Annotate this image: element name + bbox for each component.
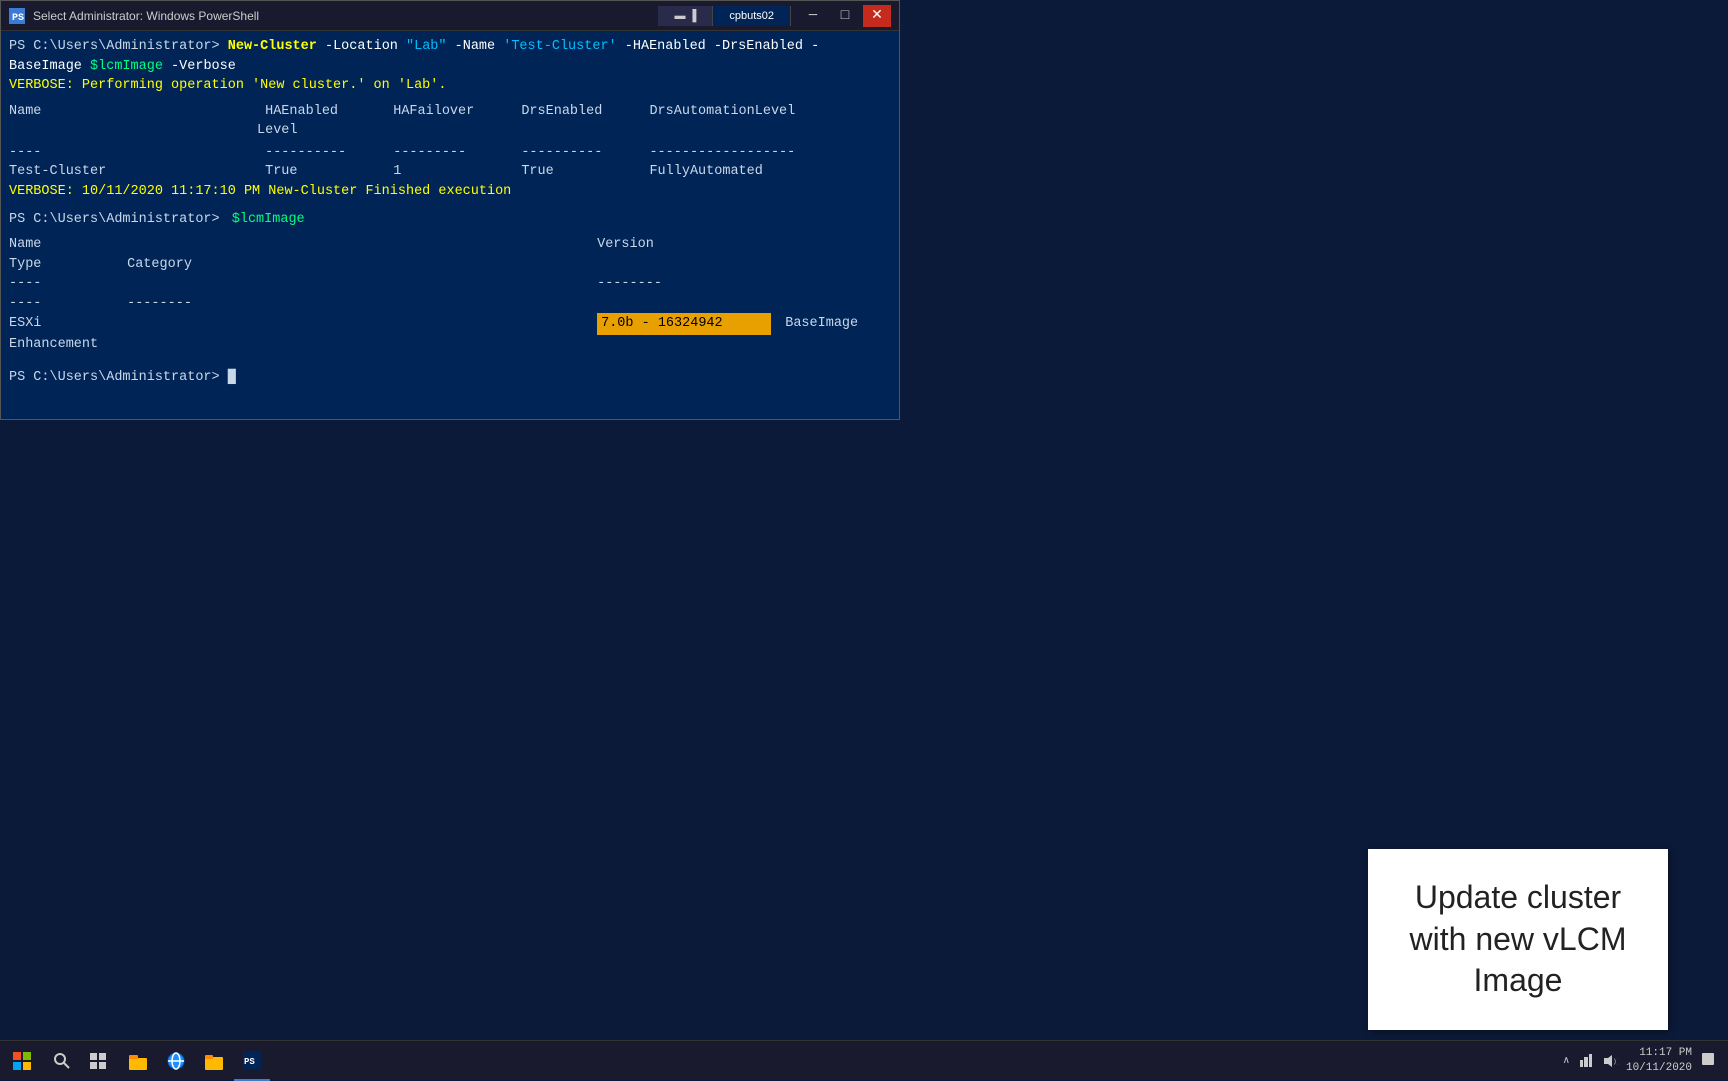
var-lcmimage: $lcmImage	[90, 59, 163, 74]
annotation-box: Update cluster with new vLCM Image	[1368, 849, 1668, 1030]
annotation-text: Update cluster with new vLCM Image	[1410, 879, 1627, 998]
table2-sep-row: ---- -------- ---- --------	[9, 274, 891, 313]
var-lcmimage-2: $lcmImage	[232, 212, 305, 227]
window-title: Select Administrator: Windows PowerShell	[33, 9, 650, 23]
verbose-text-2: VERBOSE: 10/11/2020 11:17:10 PM New-Clus…	[9, 184, 511, 199]
param-location: -Location	[325, 39, 406, 54]
date-display: 10/11/2020	[1626, 1061, 1692, 1075]
tab-2[interactable]: cpbuts02	[713, 6, 791, 26]
svg-text:PS: PS	[12, 13, 24, 23]
verbose-line-2: VERBOSE: 10/11/2020 11:17:10 PM New-Clus…	[9, 182, 891, 202]
taskbar-icons: PS	[120, 1041, 270, 1081]
table1-data-row: Test-Cluster True 1 True FullyAutomated	[9, 162, 891, 182]
tab-1[interactable]: ▬ ▐	[658, 6, 713, 26]
system-tray: ∧ ))))	[1563, 1053, 1618, 1069]
tab-1-label: ▬ ▐	[674, 10, 696, 22]
window-controls: ─ □ ✕	[799, 5, 891, 27]
verbose-param: -Verbose	[171, 59, 236, 74]
volume-icon: ))))	[1602, 1053, 1618, 1069]
taskbar-ie-icon[interactable]	[158, 1041, 194, 1081]
taskbar-explorer-icon[interactable]	[120, 1041, 156, 1081]
version-highlight: 7.0b - 16324942	[597, 313, 771, 335]
ps-icon: PS	[9, 8, 25, 24]
tray-up-arrow[interactable]: ∧	[1563, 1055, 1570, 1067]
svg-text:)))): ))))	[1613, 1058, 1618, 1065]
taskbar: PS ∧ )))) 11:17 PM 10/11/2020	[0, 1040, 1728, 1080]
terminal-content: PS C:\Users\Administrator> New-Cluster -…	[1, 31, 899, 419]
titlebar: PS Select Administrator: Windows PowerSh…	[1, 1, 899, 31]
col-drsauto: DrsAutomationLevel	[649, 104, 795, 119]
close-button[interactable]: ✕	[863, 5, 891, 27]
taskbar-powershell-icon[interactable]: PS	[234, 1041, 270, 1081]
cursor-block: █	[228, 370, 236, 385]
notification-icon[interactable]	[1700, 1051, 1716, 1071]
start-button[interactable]	[0, 1041, 44, 1081]
table2-data-row: ESXi 7.0b - 16324942 BaseImage Enhanceme…	[9, 313, 891, 354]
table1-sep-row: ---- ---------- --------- ---------- ---…	[9, 143, 891, 163]
table1-header-row: Name HAEnabled HAFailover DrsEnabled Drs…	[9, 102, 891, 122]
prompt-1: PS C:\Users\Administrator>	[9, 39, 220, 54]
powershell-window[interactable]: PS Select Administrator: Windows PowerSh…	[0, 0, 900, 420]
minimize-button[interactable]: ─	[799, 5, 827, 27]
maximize-button[interactable]: □	[831, 5, 859, 27]
svg-text:PS: PS	[244, 1057, 255, 1067]
param-name: -Name	[455, 39, 504, 54]
col-hafailover2: Level	[257, 123, 298, 138]
tab-bar: ▬ ▐ cpbuts02	[658, 6, 791, 26]
col-name: Name	[9, 102, 257, 122]
col-haenabled: HAEnabled	[265, 102, 385, 122]
prompt-3: PS C:\Users\Administrator>	[9, 370, 220, 385]
time-display: 11:17 PM	[1626, 1046, 1692, 1060]
table1-header-level: Level	[257, 121, 891, 141]
table2-header-row: Name Version Type Category	[9, 235, 891, 274]
search-button[interactable]	[44, 1041, 80, 1081]
name-value: 'Test-Cluster'	[503, 39, 616, 54]
task-view-button[interactable]	[80, 1041, 116, 1081]
cmd-line-1: PS C:\Users\Administrator> New-Cluster -…	[9, 37, 891, 76]
cmd-line-3: PS C:\Users\Administrator> █	[9, 368, 891, 388]
network-icon	[1578, 1053, 1594, 1069]
tab-2-label: cpbuts02	[729, 10, 774, 22]
cmd-line-2: PS C:\Users\Administrator> $lcmImage	[9, 210, 891, 230]
verbose-line-1: VERBOSE: Performing operation 'New clust…	[9, 76, 891, 96]
taskbar-folder-icon[interactable]	[196, 1041, 232, 1081]
col-hafailover: HAFailover	[393, 102, 513, 122]
verbose-text-1: VERBOSE: Performing operation 'New clust…	[9, 78, 446, 93]
col-drsenabled: DrsEnabled	[521, 102, 641, 122]
taskbar-right: ∧ )))) 11:17 PM 10/11/2020	[1563, 1046, 1728, 1075]
location-value: "Lab"	[406, 39, 447, 54]
taskbar-clock: 11:17 PM 10/11/2020	[1626, 1046, 1692, 1075]
prompt-2: PS C:\Users\Administrator>	[9, 212, 220, 227]
cmd-name: New-Cluster	[228, 39, 317, 54]
